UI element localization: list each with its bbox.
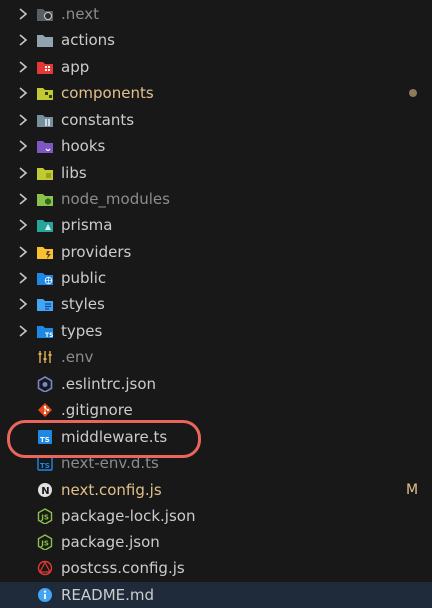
file-row-readme[interactable]: README.md — [0, 582, 432, 608]
file-label: package.json — [61, 533, 160, 551]
folder-label: libs — [61, 164, 87, 182]
folder-row-providers[interactable]: providers — [0, 239, 432, 265]
components-folder-icon — [37, 88, 53, 100]
file-label: .env — [61, 348, 94, 366]
folder-row-prisma[interactable]: prisma — [0, 212, 432, 238]
svg-text:JS: JS — [40, 540, 49, 548]
chevron-right-icon[interactable] — [16, 191, 30, 207]
env-file-icon — [38, 351, 52, 363]
folder-label: actions — [61, 31, 115, 49]
folder-label: providers — [61, 243, 132, 261]
file-label: .eslintrc.json — [61, 375, 157, 393]
chevron-right-icon[interactable] — [16, 217, 30, 233]
file-row-next-config[interactable]: N next.config.js M — [0, 477, 432, 503]
file-label: package-lock.json — [61, 507, 196, 525]
chevron-right-icon[interactable] — [16, 165, 30, 181]
file-label: README.md — [61, 586, 155, 604]
folder-label: constants — [61, 111, 135, 129]
typescript-file-icon: TS — [38, 430, 52, 444]
constants-folder-icon — [37, 115, 53, 127]
chevron-right-icon[interactable] — [16, 323, 30, 339]
svg-text:TS: TS — [40, 436, 50, 444]
file-row-eslintrc[interactable]: .eslintrc.json — [0, 371, 432, 397]
folder-row-types[interactable]: TS types — [0, 318, 432, 344]
npm-json-file-icon: JS — [37, 508, 53, 524]
node-modules-folder-icon — [37, 194, 53, 206]
folder-row-node-modules[interactable]: node_modules — [0, 186, 432, 212]
file-label: .gitignore — [61, 401, 133, 419]
file-row-env[interactable]: .env — [0, 344, 432, 370]
folder-row-app[interactable]: app — [0, 54, 432, 80]
file-label: next.config.js — [61, 481, 162, 499]
libs-folder-icon — [37, 168, 53, 180]
chevron-right-icon[interactable] — [16, 59, 30, 75]
folder-label: prisma — [61, 216, 113, 234]
info-file-icon — [38, 588, 52, 602]
eslint-file-icon — [37, 376, 53, 392]
svg-text:JS: JS — [40, 514, 49, 522]
folder-row-components[interactable]: components — [0, 80, 432, 106]
folder-label: components — [61, 84, 154, 102]
modified-badge: M — [406, 482, 419, 498]
file-row-next-env[interactable]: TS next-env.d.ts — [0, 450, 432, 476]
chevron-right-icon[interactable] — [16, 85, 30, 101]
folder-icon — [37, 35, 53, 47]
file-label: next-env.d.ts — [61, 454, 159, 472]
postcss-file-icon — [37, 560, 53, 576]
app-folder-icon — [37, 62, 53, 74]
chevron-right-icon[interactable] — [16, 112, 30, 128]
chevron-right-icon[interactable] — [16, 6, 30, 22]
file-row-gitignore[interactable]: .gitignore — [0, 397, 432, 423]
folder-label: styles — [61, 295, 105, 313]
folder-row-libs[interactable]: libs — [0, 160, 432, 186]
next-folder-icon — [37, 9, 53, 21]
folder-row-next[interactable]: .next — [0, 1, 432, 27]
svg-text:TS: TS — [40, 462, 50, 470]
file-row-middleware[interactable]: TS middleware.ts — [0, 424, 432, 450]
typescript-def-file-icon: TS — [37, 455, 53, 471]
public-folder-icon — [37, 273, 53, 285]
types-folder-icon: TS — [37, 326, 53, 339]
folder-label: node_modules — [61, 190, 170, 208]
chevron-right-icon[interactable] — [16, 32, 30, 48]
folder-label: hooks — [61, 137, 106, 155]
next-config-file-icon: N — [38, 483, 52, 497]
folder-label: .next — [61, 5, 99, 23]
hooks-folder-icon — [37, 141, 53, 153]
folder-row-hooks[interactable]: hooks — [0, 133, 432, 159]
file-label: postcss.config.js — [61, 559, 185, 577]
folder-label: app — [61, 58, 90, 76]
chevron-right-icon[interactable] — [16, 270, 30, 286]
npm-json-file-icon: JS — [37, 534, 53, 550]
file-row-package-lock[interactable]: JS package-lock.json — [0, 503, 432, 529]
file-row-postcss-config[interactable]: postcss.config.js — [0, 555, 432, 581]
modified-dot-badge — [409, 89, 417, 97]
folder-row-actions[interactable]: actions — [0, 27, 432, 53]
folder-row-styles[interactable]: styles — [0, 291, 432, 317]
prisma-folder-icon — [37, 220, 53, 232]
svg-text:N: N — [41, 486, 49, 497]
styles-folder-icon — [37, 299, 53, 311]
folder-label: types — [61, 322, 103, 340]
chevron-right-icon[interactable] — [16, 296, 30, 312]
folder-row-constants[interactable]: constants — [0, 107, 432, 133]
file-explorer-tree: .next actions app components constants h… — [0, 0, 432, 608]
folder-row-public[interactable]: public — [0, 265, 432, 291]
chevron-right-icon[interactable] — [16, 138, 30, 154]
file-label: middleware.ts — [61, 428, 168, 446]
git-file-icon — [38, 403, 52, 417]
file-row-package[interactable]: JS package.json — [0, 529, 432, 555]
folder-label: public — [61, 269, 107, 287]
chevron-right-icon[interactable] — [16, 244, 30, 260]
svg-text:TS: TS — [45, 332, 53, 339]
providers-folder-icon — [37, 247, 53, 259]
